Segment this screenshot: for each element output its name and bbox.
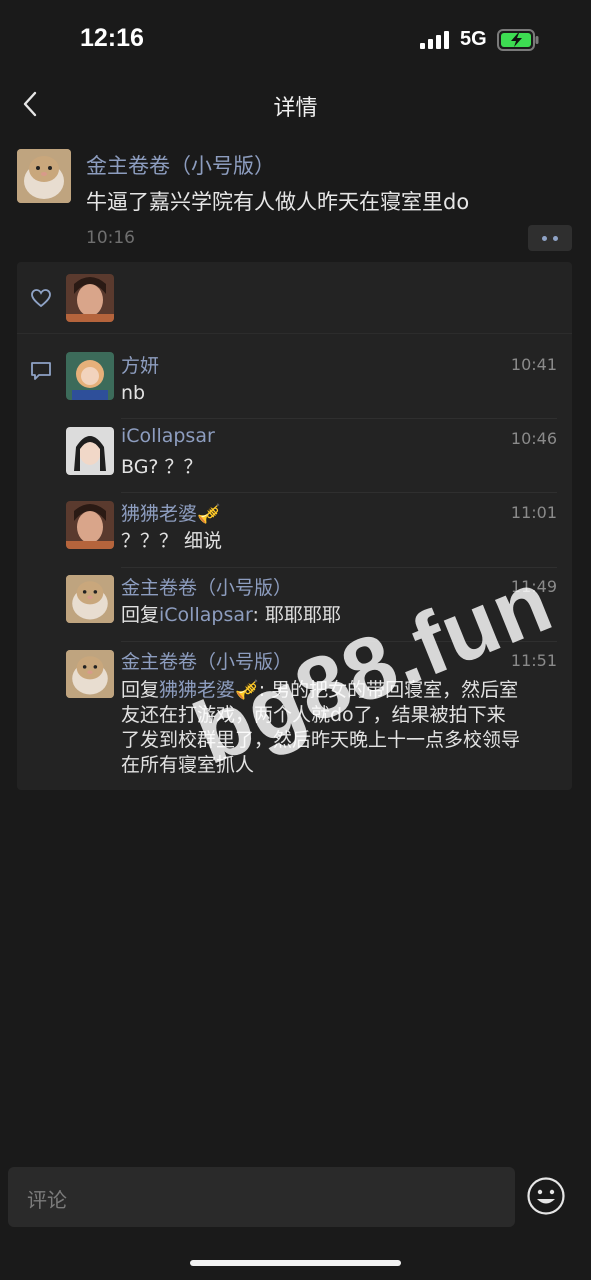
commenter-name[interactable]: 狒狒老婆🎺: [121, 499, 221, 526]
divider: [121, 418, 557, 419]
post-author-name[interactable]: 金主卷卷（小号版）: [86, 150, 275, 180]
hamster-avatar-image: [66, 650, 114, 698]
person-avatar-image: [66, 501, 114, 549]
cellular-signal-icon: [420, 31, 449, 49]
network-type: 5G: [460, 28, 487, 50]
reply-prefix: 回复: [121, 679, 160, 701]
liker-avatar[interactable]: [66, 274, 114, 322]
heart-icon: [31, 289, 51, 308]
post-author-avatar[interactable]: [17, 149, 71, 203]
commenter-avatar[interactable]: [66, 650, 114, 698]
hamster-avatar-image: [17, 149, 71, 203]
person-avatar-image: [66, 352, 114, 400]
reply-body: : 耶耶耶耶: [252, 604, 341, 626]
comment-line: 在所有寝室抓人: [121, 754, 255, 776]
commenter-avatar[interactable]: [66, 352, 114, 400]
comment-icon: [31, 362, 51, 380]
comment-input[interactable]: [8, 1167, 515, 1227]
post-time: 10:16: [86, 228, 135, 248]
page-title: 详情: [273, 96, 318, 121]
more-actions-button[interactable]: [528, 225, 572, 251]
commenter-avatar[interactable]: [66, 575, 114, 623]
commenter-name[interactable]: 金主卷卷（小号版）: [121, 573, 292, 600]
comment-text: nb: [121, 382, 146, 404]
comment-time: 10:46: [510, 429, 557, 448]
status-time: 12:16: [80, 24, 144, 52]
person-avatar-image: [66, 427, 114, 475]
commenter-name[interactable]: 方妍: [121, 351, 159, 378]
comment-time: 10:41: [510, 355, 557, 374]
comment-text: BG? ？？: [121, 456, 203, 478]
comment-text: ？？？ 细说: [121, 530, 223, 552]
divider: [121, 492, 557, 493]
commenter-avatar[interactable]: [66, 427, 114, 475]
commenter-avatar[interactable]: [66, 501, 114, 549]
post-text: 牛逼了嘉兴学院有人做人昨天在寝室里do: [86, 190, 470, 214]
comment-input-placeholder: 评论: [27, 1188, 67, 1212]
home-indicator[interactable]: [190, 1260, 401, 1266]
commenter-name[interactable]: iCollapsar: [121, 425, 215, 447]
hamster-avatar-image: [66, 575, 114, 623]
reply-prefix: 回复: [121, 604, 160, 626]
battery-charging-icon: [497, 29, 539, 51]
emoji-icon[interactable]: [526, 1176, 566, 1216]
comment-time: 11:01: [510, 503, 557, 522]
reply-target[interactable]: iCollapsar: [159, 604, 252, 626]
person-avatar-image: [66, 274, 114, 322]
divider: [17, 333, 572, 334]
